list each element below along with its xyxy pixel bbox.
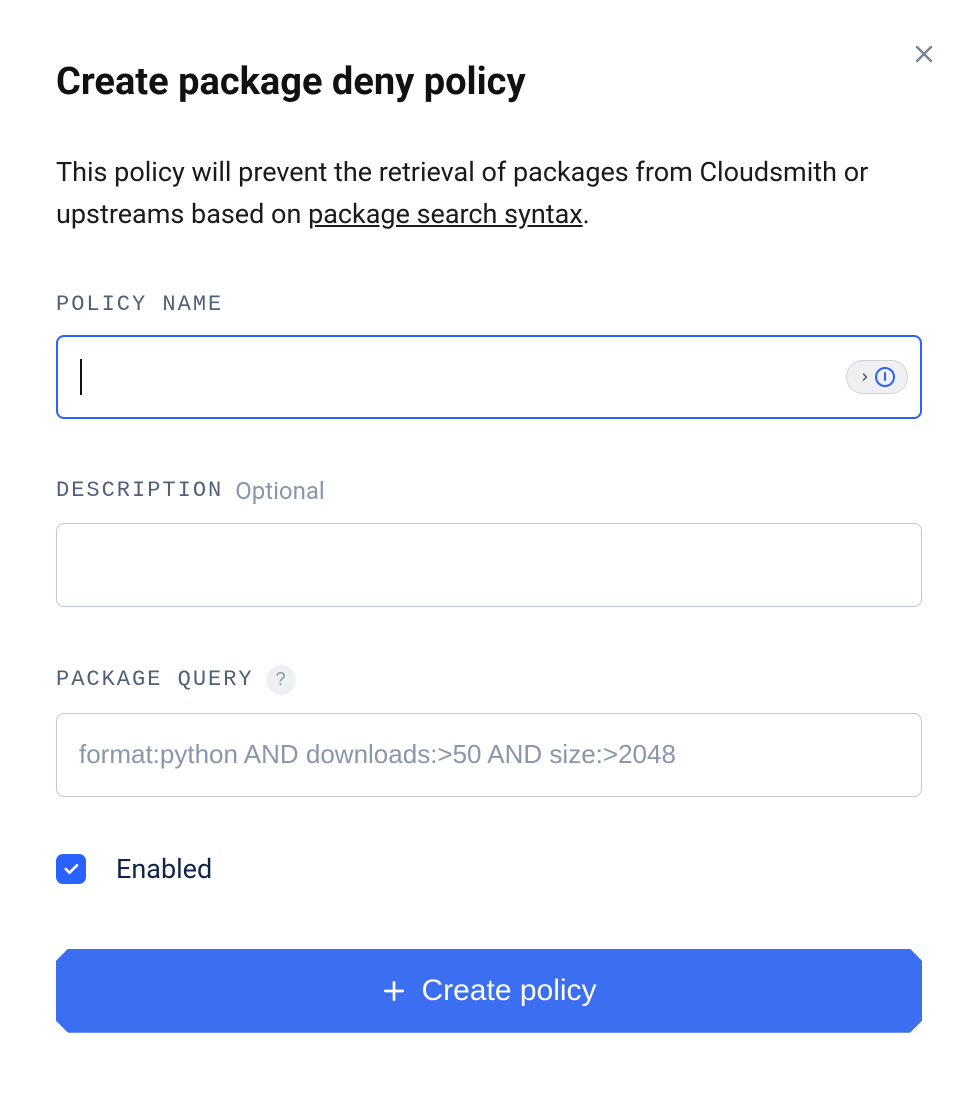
package-query-input[interactable]: [56, 713, 922, 797]
description-optional-hint: Optional: [235, 477, 325, 505]
enabled-row: Enabled: [56, 853, 922, 885]
dialog-title: Create package deny policy: [56, 60, 922, 104]
close-button[interactable]: [910, 40, 938, 68]
package-search-syntax-link[interactable]: package search syntax: [308, 198, 583, 230]
description-input-wrap: [56, 523, 922, 607]
enabled-label: Enabled: [116, 853, 212, 885]
create-policy-button[interactable]: Create policy: [56, 949, 922, 1033]
onepassword-icon: [875, 367, 895, 387]
description-label-text: DESCRIPTION: [56, 478, 223, 503]
description-suffix: .: [583, 198, 590, 230]
help-icon[interactable]: ?: [266, 665, 296, 695]
policy-name-input[interactable]: [56, 335, 922, 419]
package-query-input-wrap: [56, 713, 922, 797]
package-query-label-text: PACKAGE QUERY: [56, 667, 254, 692]
policy-name-label: POLICY NAME: [56, 292, 922, 317]
dialog-description: This policy will prevent the retrieval o…: [56, 152, 922, 236]
plus-icon: [381, 978, 407, 1004]
description-input[interactable]: [56, 523, 922, 607]
enabled-checkbox[interactable]: [56, 854, 86, 884]
password-manager-badge[interactable]: [846, 360, 908, 394]
chevron-right-icon: [859, 371, 871, 383]
text-caret: [80, 359, 82, 395]
description-label: DESCRIPTION Optional: [56, 477, 922, 505]
create-policy-button-label: Create policy: [421, 974, 596, 1008]
check-icon: [62, 860, 80, 878]
close-icon: [912, 42, 936, 66]
policy-name-input-wrap: [56, 335, 922, 419]
package-query-label: PACKAGE QUERY ?: [56, 665, 922, 695]
